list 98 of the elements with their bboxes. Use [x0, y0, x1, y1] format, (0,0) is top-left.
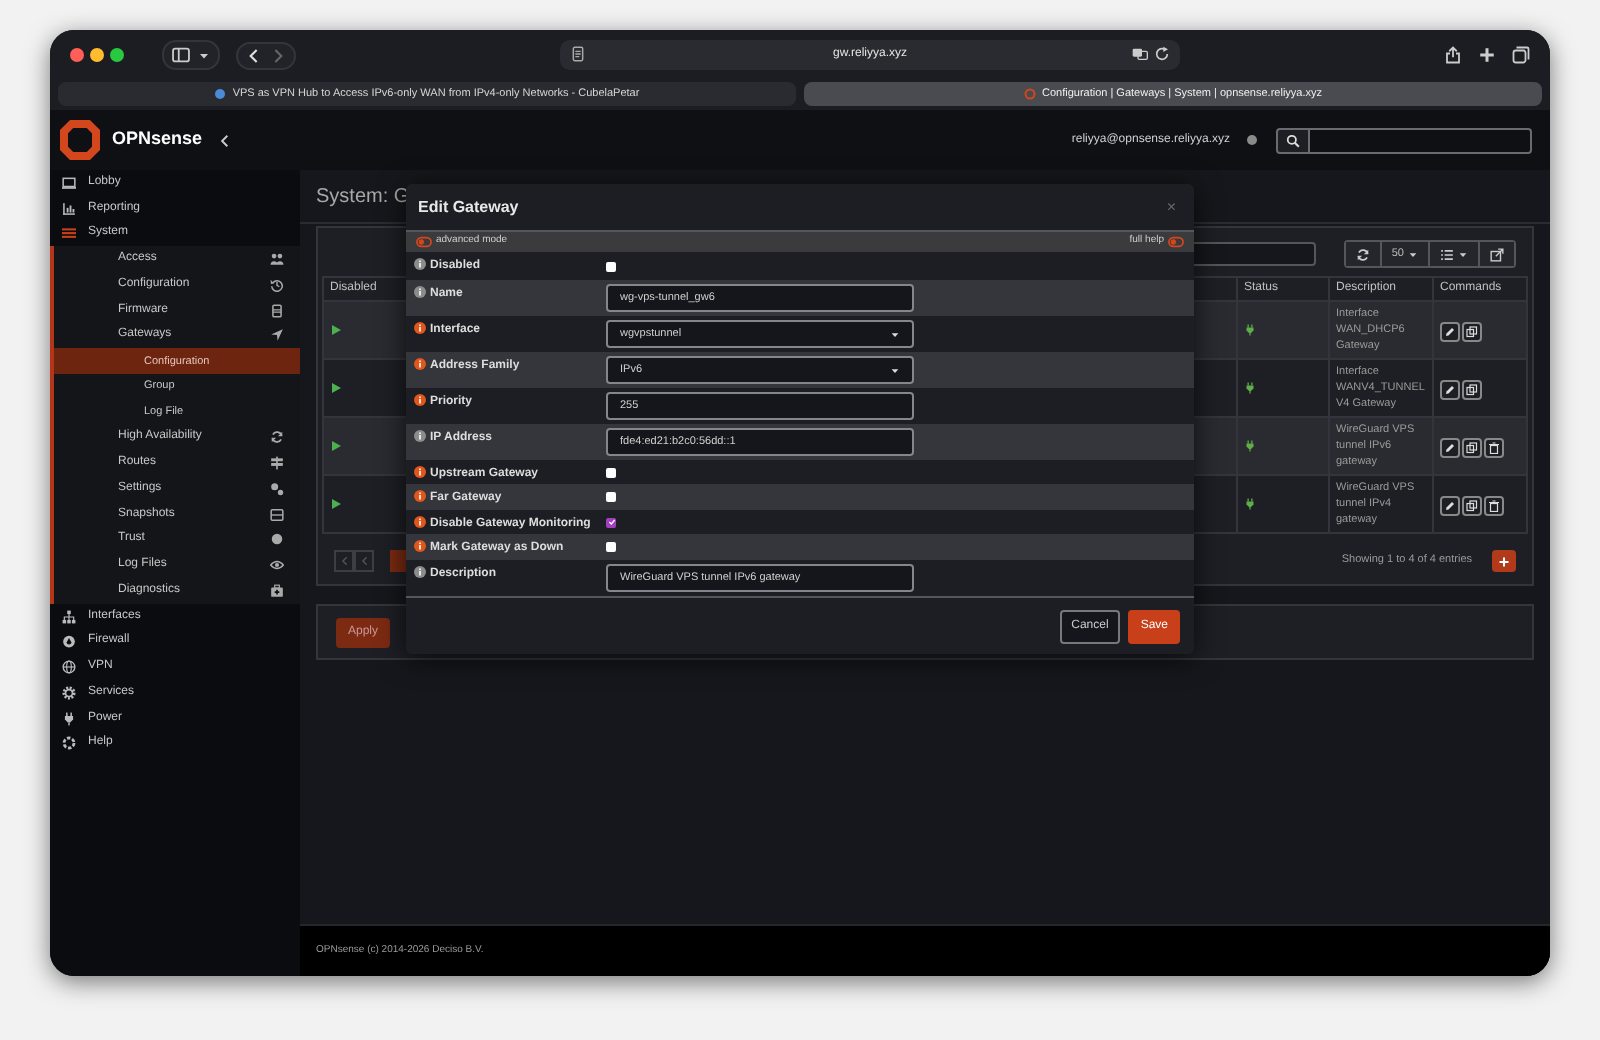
- forward-icon[interactable]: [270, 47, 286, 63]
- copy-button[interactable]: [1462, 496, 1482, 516]
- checkbox[interactable]: [606, 467, 616, 477]
- sidebar-icon[interactable]: [172, 46, 190, 64]
- caret-icon: [890, 365, 900, 375]
- add-button[interactable]: [1492, 550, 1516, 572]
- pencil-icon: [1444, 326, 1456, 338]
- refresh-icon: [270, 430, 284, 445]
- plug-icon: [1244, 439, 1256, 452]
- info-icon[interactable]: [414, 322, 426, 334]
- translate-icon[interactable]: [1132, 46, 1148, 62]
- favicon-icon: [1023, 88, 1036, 100]
- tabs-icon[interactable]: [1512, 46, 1530, 64]
- lifebuoy-icon: [62, 736, 76, 751]
- info-icon[interactable]: [414, 516, 426, 528]
- circle-icon: [270, 532, 284, 547]
- export-icon: [1490, 247, 1504, 261]
- share-icon[interactable]: [1444, 46, 1462, 64]
- caret-icon[interactable]: [198, 49, 210, 61]
- edit-button[interactable]: [1440, 438, 1460, 458]
- info-icon[interactable]: [414, 490, 426, 502]
- brand-name: OPNsense: [112, 126, 203, 153]
- gear-icon: [62, 685, 76, 700]
- medkit-icon: [270, 583, 284, 598]
- export-button[interactable]: [1480, 242, 1514, 266]
- pencil-icon: [1444, 442, 1456, 454]
- refresh-button[interactable]: [1345, 242, 1382, 266]
- plug-icon: [1244, 323, 1256, 336]
- pencil-icon: [1444, 384, 1456, 396]
- pencil-icon: [1444, 500, 1456, 512]
- copy-icon: [1466, 500, 1478, 512]
- plug-icon: [62, 711, 76, 726]
- globe-icon: [62, 660, 76, 675]
- plug-icon: [1244, 497, 1256, 510]
- users-icon: [270, 252, 284, 267]
- caret-icon: [1408, 249, 1418, 259]
- info-icon[interactable]: [414, 394, 426, 406]
- plug-icon: [1244, 381, 1256, 394]
- maximize-button[interactable]: [110, 48, 124, 62]
- reload-icon[interactable]: [1154, 46, 1170, 62]
- copy-icon: [1466, 384, 1478, 396]
- info-icon[interactable]: [414, 286, 426, 298]
- delete-button[interactable]: [1484, 438, 1504, 458]
- minimize-button[interactable]: [90, 48, 104, 62]
- info-icon[interactable]: [414, 358, 426, 370]
- info-icon[interactable]: [414, 566, 426, 578]
- checkbox[interactable]: [606, 261, 616, 271]
- refresh-icon: [1355, 247, 1370, 261]
- info-icon[interactable]: [414, 430, 426, 442]
- chip-icon: [270, 303, 284, 318]
- edit-button[interactable]: [1440, 380, 1460, 400]
- favicon-icon: [214, 88, 227, 100]
- columns-dropdown[interactable]: [1430, 242, 1480, 266]
- archive-icon: [270, 507, 284, 522]
- chart-icon: [62, 201, 76, 216]
- menu-icon: [62, 226, 76, 241]
- copy-button[interactable]: [1462, 322, 1482, 342]
- caret-icon: [1458, 249, 1468, 259]
- signpost-icon: [270, 456, 284, 471]
- copy-icon: [1466, 326, 1478, 338]
- history-icon: [270, 277, 284, 292]
- location-arrow-icon: [270, 328, 284, 343]
- copy-icon: [1466, 442, 1478, 454]
- eye-icon: [270, 558, 284, 573]
- info-icon[interactable]: [414, 466, 426, 478]
- search-button[interactable]: [1276, 127, 1310, 153]
- firewall-icon: [62, 634, 76, 649]
- checkbox[interactable]: [606, 542, 616, 552]
- collapse-icon[interactable]: [218, 133, 233, 147]
- list-icon: [1440, 247, 1454, 261]
- back-icon[interactable]: [246, 47, 262, 63]
- search-icon: [1286, 133, 1300, 147]
- checkbox[interactable]: [606, 492, 616, 502]
- plus-icon: [1498, 555, 1510, 567]
- trash-icon: [1488, 500, 1500, 512]
- delete-button[interactable]: [1484, 496, 1504, 516]
- trash-icon: [1488, 442, 1500, 454]
- copy-button[interactable]: [1462, 380, 1482, 400]
- info-icon[interactable]: [414, 258, 426, 270]
- edit-button[interactable]: [1440, 322, 1460, 342]
- search-field[interactable]: [1310, 127, 1532, 153]
- toggle-icon: [1168, 234, 1184, 250]
- checkbox[interactable]: [606, 517, 616, 527]
- tick-icon: [607, 518, 615, 526]
- caret-icon: [890, 329, 900, 339]
- network-icon: [62, 609, 76, 624]
- edit-button[interactable]: [1440, 496, 1460, 516]
- toggle-icon: [416, 234, 432, 250]
- status-dot: [1246, 134, 1258, 146]
- logo-icon: [60, 120, 100, 160]
- close-button[interactable]: [70, 48, 84, 62]
- monitor-icon: [62, 175, 76, 190]
- page-icon: [570, 46, 586, 62]
- copy-button[interactable]: [1462, 438, 1482, 458]
- new-tab-icon[interactable]: [1478, 46, 1496, 64]
- modal-title: Edit Gateway: [418, 195, 519, 219]
- info-icon[interactable]: [414, 540, 426, 552]
- gears-icon: [270, 481, 284, 496]
